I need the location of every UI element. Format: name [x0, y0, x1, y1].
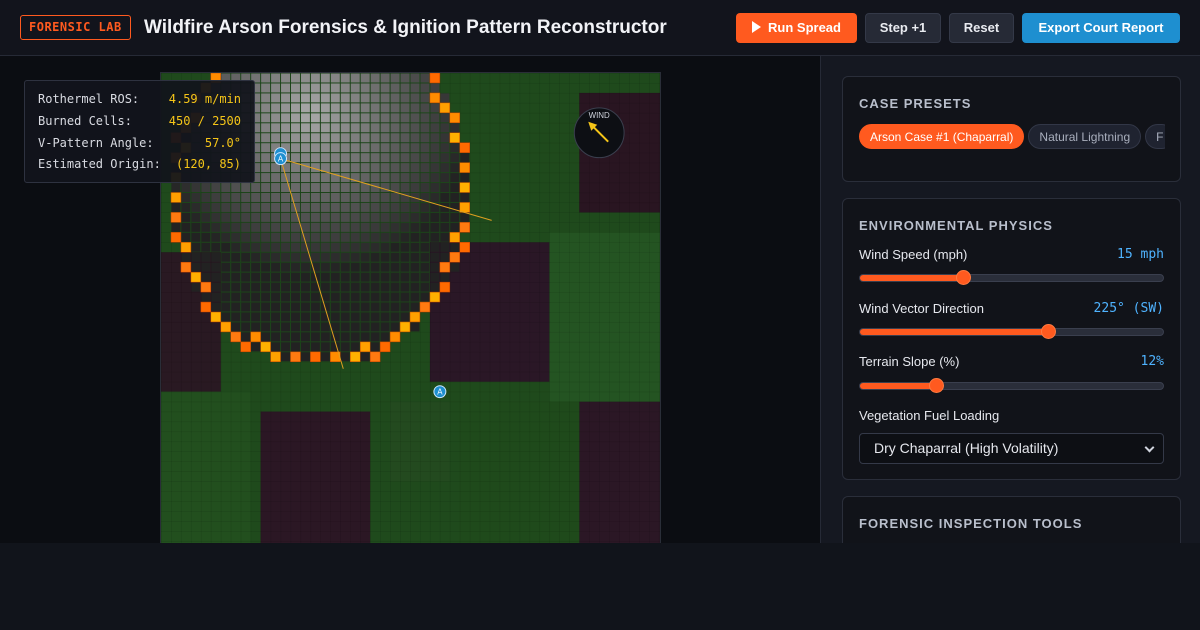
app-title: Wildfire Arson Forensics & Ignition Patt…	[144, 17, 667, 38]
terrain-slope-slider[interactable]	[859, 378, 1164, 393]
wind-compass: WIND	[573, 107, 625, 159]
wind-speed-slider[interactable]	[859, 270, 1164, 285]
wind-speed-label: Wind Speed (mph)	[859, 247, 968, 262]
fuel-loading-label: Vegetation Fuel Loading	[859, 408, 1000, 423]
stat-row-origin: Estimated Origin: (120, 85)	[38, 157, 241, 171]
case-presets-card: CASE PRESETS Arson Case #1 (Chaparral) Na…	[842, 76, 1181, 182]
preset-list: Arson Case #1 (Chaparral) Natural Lightni…	[859, 124, 1165, 150]
run-spread-button[interactable]: Run Spread	[736, 13, 857, 43]
forensic-tools-title: FORENSIC INSPECTION TOOLS	[859, 516, 1083, 531]
stat-row-burned: Burned Cells: 450 / 2500	[38, 114, 241, 128]
play-icon	[752, 21, 762, 33]
terrain-slope-slider-thumb[interactable]	[928, 378, 944, 393]
chevron-down-icon	[1144, 442, 1155, 453]
preset-arson-case-1[interactable]: Arson Case #1 (Chaparral)	[859, 124, 1025, 149]
wind-direction-slider[interactable]	[859, 324, 1164, 339]
terrain-slope-label: Terrain Slope (%)	[859, 354, 960, 369]
fuel-loading-select[interactable]: Dry Chaparral (High Volatility)	[859, 433, 1164, 464]
forensic-lab-badge: FORENSIC LAB	[20, 15, 131, 40]
probe-marker-label: A	[437, 388, 443, 397]
simulation-viewport: A A WIND Rothermel ROS: 4.59 m/min Burne…	[0, 56, 820, 543]
page-footer-strip	[0, 543, 1200, 630]
stat-row-v-angle: V-Pattern Angle: 57.0°	[38, 136, 241, 150]
origin-marker-label: A	[278, 155, 284, 164]
preset-natural-lightning[interactable]: Natural Lightning	[1028, 124, 1142, 149]
environmental-physics-card: ENVIRONMENTAL PHYSICS Wind Speed (mph) 1…	[842, 198, 1181, 480]
wind-direction-label: Wind Vector Direction	[859, 301, 984, 316]
wind-speed-slider-thumb[interactable]	[956, 270, 972, 285]
forensic-tools-card: FORENSIC INSPECTION TOOLS	[842, 496, 1181, 543]
app-header: FORENSIC LAB Wildfire Arson Forensics & …	[0, 0, 1200, 56]
wind-speed-value: 15 mph	[1117, 247, 1164, 262]
preset-third[interactable]: F	[1145, 124, 1165, 149]
wind-direction-slider-thumb[interactable]	[1040, 324, 1056, 339]
case-presets-title: CASE PRESETS	[859, 96, 972, 111]
stat-row-ros: Rothermel ROS: 4.59 m/min	[38, 92, 241, 106]
environmental-physics-title: ENVIRONMENTAL PHYSICS	[859, 218, 1053, 233]
reset-button[interactable]: Reset	[949, 13, 1014, 43]
wind-direction-value: 225° (SW)	[1093, 301, 1164, 316]
wind-compass-label: WIND	[589, 111, 610, 120]
origin-marker[interactable]: A	[274, 147, 288, 166]
control-panel: CASE PRESETS Arson Case #1 (Chaparral) Na…	[820, 56, 1200, 543]
terrain-slope-value: 12%	[1140, 354, 1164, 369]
export-court-report-button[interactable]: Export Court Report	[1022, 13, 1180, 43]
step-button[interactable]: Step +1	[865, 13, 941, 43]
simulation-stats-panel: Rothermel ROS: 4.59 m/min Burned Cells: …	[24, 80, 255, 183]
ignition-probe-marker[interactable]: A	[433, 385, 447, 399]
